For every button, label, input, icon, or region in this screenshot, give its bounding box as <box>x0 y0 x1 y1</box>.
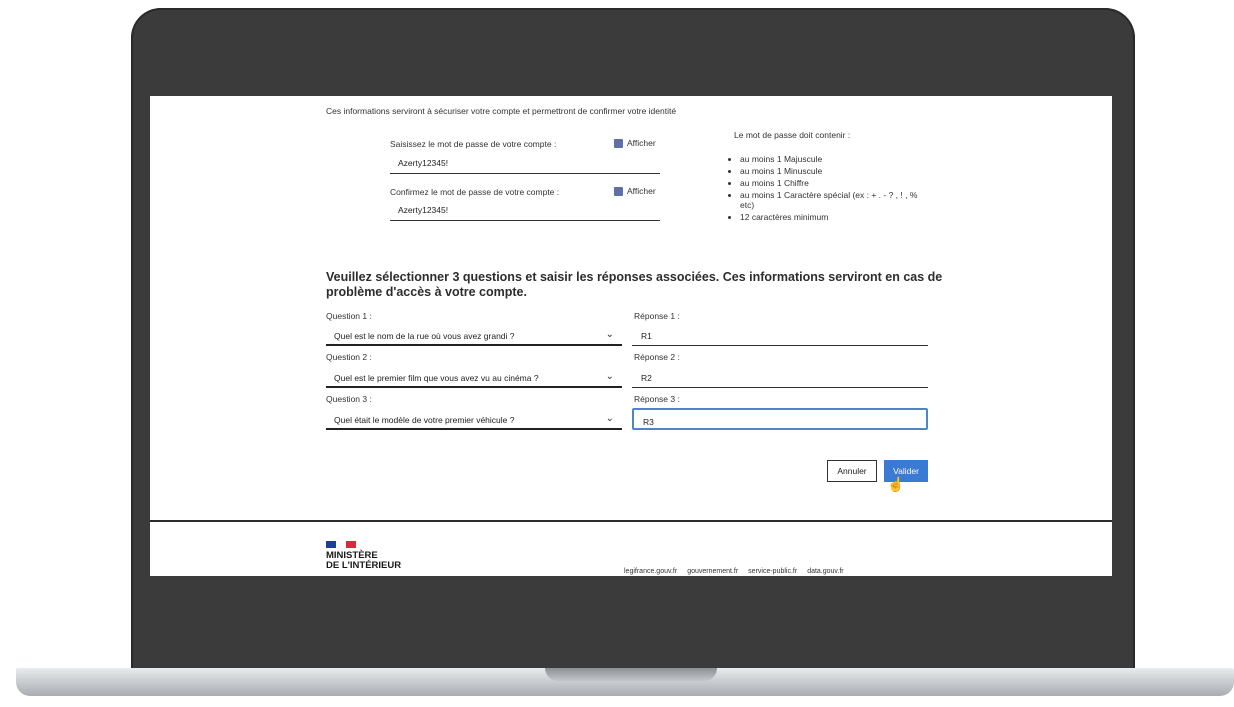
intro-text: Ces informations serviront à sécuriser v… <box>326 106 677 116</box>
laptop-hinge-notch <box>545 668 717 681</box>
footer-link[interactable]: legifrance.gouv.fr <box>624 568 677 575</box>
question-2-select[interactable]: Quel est le premier film que vous avez v… <box>326 366 622 388</box>
rule-item: au moins 1 Majuscule <box>740 154 933 164</box>
marianne-flag-icon <box>326 541 356 548</box>
footer-link[interactable]: gouvernement.fr <box>687 568 738 575</box>
rule-item: au moins 1 Chiffre <box>740 178 933 188</box>
question-3-label: Question 3 : <box>326 394 372 404</box>
show-password-toggle[interactable]: Afficher <box>614 138 656 148</box>
password-rules-title: Le mot de passe doit contenir : <box>734 130 851 140</box>
answer-2-label: Réponse 2 : <box>634 352 680 362</box>
footer-divider <box>150 520 1112 522</box>
confirm-password-input[interactable]: Azerty12345! <box>390 199 660 221</box>
question-1-label: Question 1 : <box>326 311 372 321</box>
answer-2-input[interactable]: R2 <box>632 366 928 388</box>
rule-item: au moins 1 Minuscule <box>740 166 933 176</box>
confirm-password-label: Confirmez le mot de passe de votre compt… <box>390 187 560 197</box>
question-3-select[interactable]: Quel était le modèle de votre premier vé… <box>326 408 622 430</box>
cancel-button[interactable]: Annuler <box>827 460 877 482</box>
footer-links: legifrance.gouv.fr gouvernement.fr servi… <box>624 568 844 575</box>
answer-3-input[interactable]: R3 <box>632 408 928 430</box>
laptop-screen: Ces informations serviront à sécuriser v… <box>150 96 1112 576</box>
ministry-line-2: DE L'INTÉRIEUR <box>326 560 402 571</box>
footer-link[interactable]: data.gouv.fr <box>807 568 843 575</box>
show-confirm-label: Afficher <box>627 186 656 196</box>
chevron-down-icon: ⌄ <box>605 371 614 382</box>
question-2-value: Quel est le premier film que vous avez v… <box>334 373 539 383</box>
question-2-label: Question 2 : <box>326 352 372 362</box>
answer-1-input[interactable]: R1 <box>632 324 928 346</box>
chevron-down-icon: ⌄ <box>605 413 614 424</box>
ministry-logo: MINISTÈRE DE L'INTÉRIEUR <box>326 551 401 571</box>
rule-item: au moins 1 Caractère spécial (ex : + . -… <box>740 190 933 210</box>
password-rules: Le mot de passe doit contenir : au moins… <box>728 130 933 224</box>
checkbox-icon[interactable] <box>614 138 623 148</box>
question-3-value: Quel était le modèle de votre premier vé… <box>334 415 515 425</box>
answer-3-label: Réponse 3 : <box>634 394 680 404</box>
rule-item: 12 caractères minimum <box>740 212 933 222</box>
question-1-select[interactable]: Quel est le nom de la rue où vous avez g… <box>326 324 622 346</box>
answer-1-label: Réponse 1 : <box>634 311 680 321</box>
chevron-down-icon: ⌄ <box>605 329 614 340</box>
hand-cursor-icon: ☝ <box>887 476 905 492</box>
show-password-label: Afficher <box>627 138 656 148</box>
checkbox-icon[interactable] <box>614 186 623 196</box>
show-confirm-password-toggle[interactable]: Afficher <box>614 186 656 196</box>
password-input[interactable]: Azerty12345! <box>390 152 660 174</box>
password-label: Saisissez le mot de passe de votre compt… <box>390 139 557 149</box>
security-questions-heading: Veuillez sélectionner 3 questions et sai… <box>326 270 943 299</box>
question-1-value: Quel est le nom de la rue où vous avez g… <box>334 331 515 341</box>
footer-link[interactable]: service-public.fr <box>748 568 797 575</box>
